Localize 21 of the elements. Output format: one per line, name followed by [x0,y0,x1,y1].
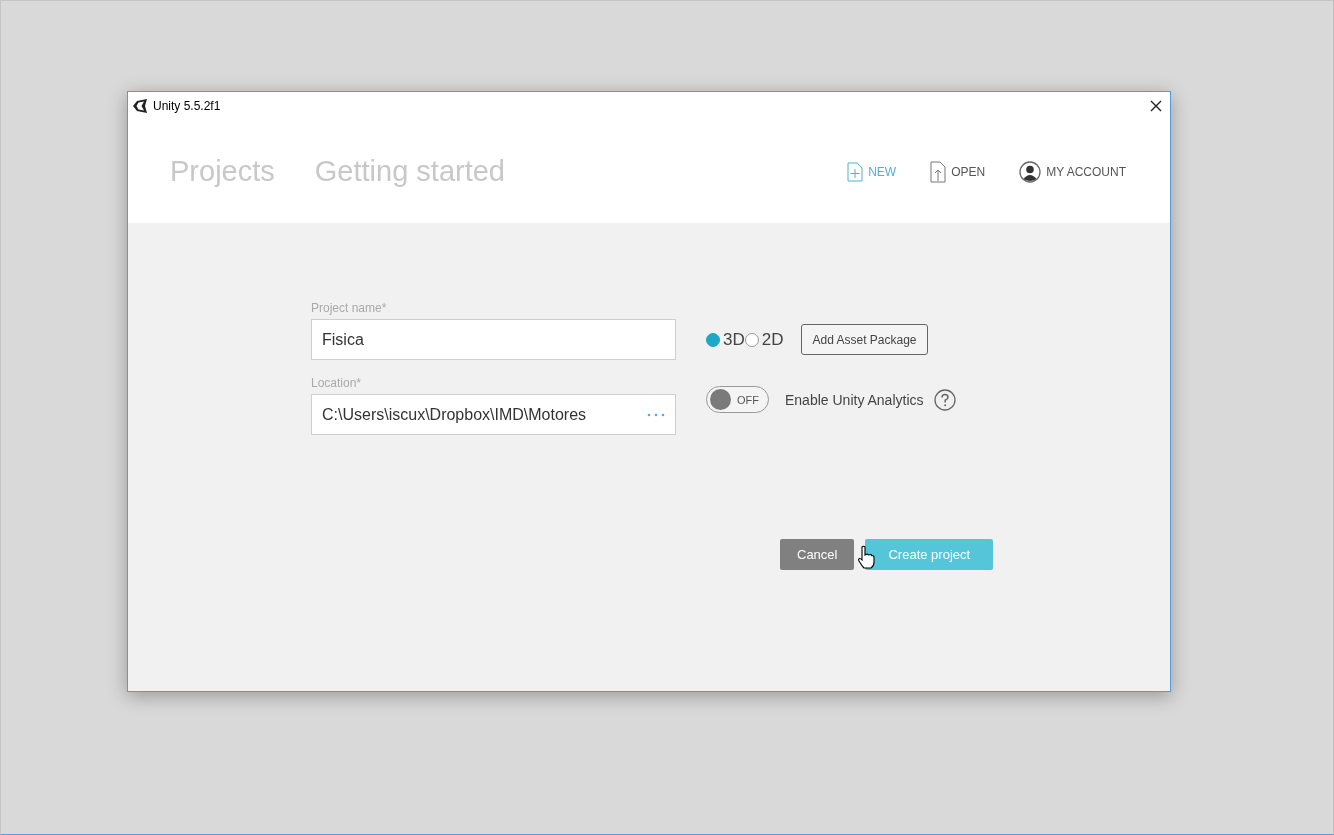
analytics-toggle[interactable]: OFF [706,386,769,413]
user-avatar-icon [1019,160,1042,183]
help-icon[interactable] [933,388,956,411]
template-radio[interactable]: 3D [706,329,745,350]
header-action[interactable]: OPEN [930,160,986,183]
upload-file-icon [930,160,947,183]
location-field[interactable]: C:\Users\iscux\Dropbox\IMD\Motores [311,394,676,435]
account-link[interactable]: MY ACCOUNT [1019,160,1126,183]
template-radio[interactable]: 2D [744,329,784,350]
unity-logo-icon [132,98,148,114]
add-asset-package-button[interactable]: Add Asset Package [801,324,928,355]
more-dots-icon[interactable] [647,412,665,417]
window-title: Unity 5.5.2f1 [153,99,222,113]
hand-cursor-icon [857,545,875,569]
field-label: Location* [311,376,363,390]
new-file-icon [847,161,864,182]
project-name-field[interactable]: Fisica [311,319,676,360]
field-label: Project name* [311,301,388,315]
close-icon[interactable] [1150,100,1162,112]
analytics-label: Enable Unity Analytics [785,391,924,408]
cancel-button[interactable]: Cancel [780,539,855,570]
